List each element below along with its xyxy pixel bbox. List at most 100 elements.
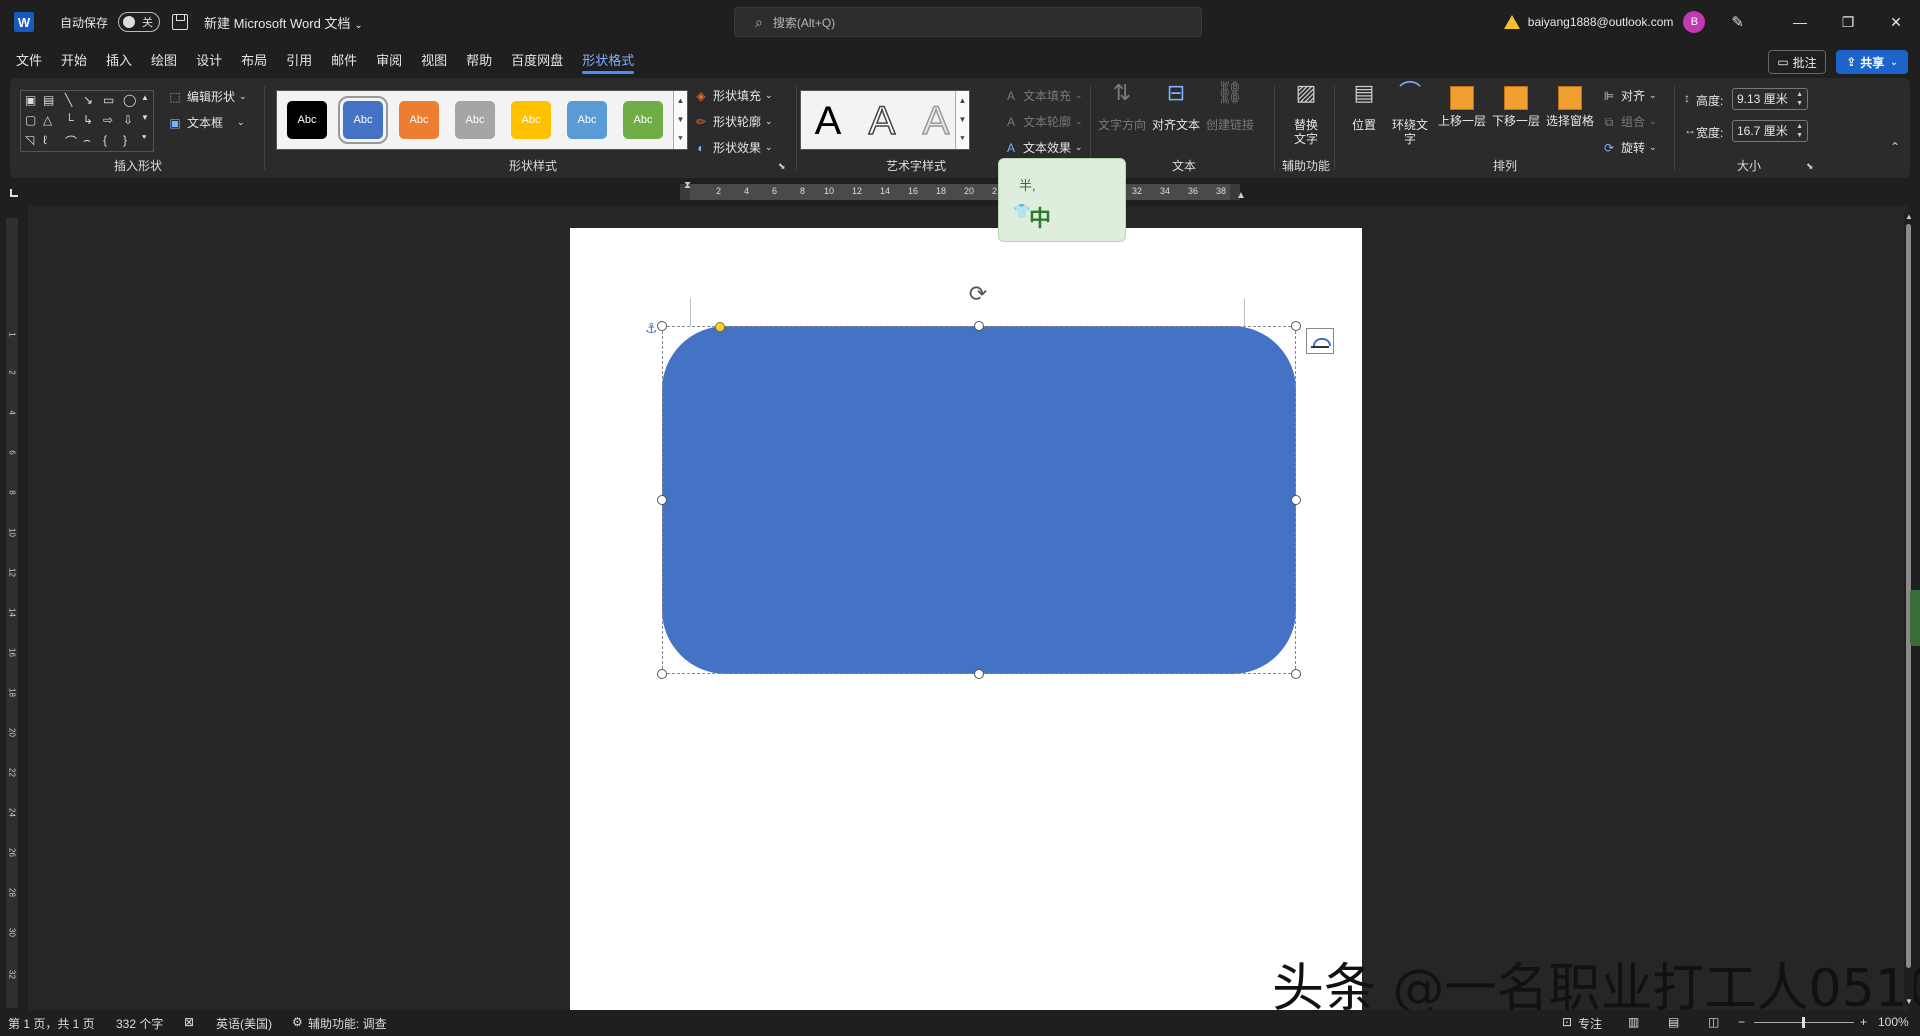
width-input[interactable]: 16.7 厘米 ▲ ▼ [1732, 120, 1808, 142]
menu-mailings[interactable]: 邮件 [331, 47, 357, 75]
scroll-down-icon[interactable]: ▼ [674, 110, 687, 129]
zoom-out-icon[interactable]: − [1738, 1015, 1745, 1029]
shape-fill-button[interactable]: ◈ 形状填充 ⌄ [694, 87, 772, 104]
word-count[interactable]: 332 个字 [116, 1015, 163, 1032]
spin-arrows-icon[interactable]: ▲ ▼ [1796, 122, 1803, 140]
dialog-launcher-icon[interactable]: ⬊ [1806, 161, 1814, 172]
corner-adjust-handle[interactable] [715, 322, 725, 332]
language-indicator[interactable]: 英语(美国) [216, 1015, 272, 1032]
gallery-more-icon[interactable]: ⯆ [956, 129, 969, 148]
bring-forward-button[interactable]: 上移一层 [1436, 86, 1488, 128]
print-layout-icon[interactable]: ▤ [1668, 1015, 1679, 1029]
group-button[interactable]: ⧉ 组合 ⌄ [1602, 113, 1657, 130]
alt-text-button[interactable]: ▨ 替换 文字 [1282, 82, 1330, 147]
menu-view[interactable]: 视图 [421, 47, 447, 75]
scroll-up-icon[interactable]: ▲ [674, 91, 687, 110]
resize-handle-right[interactable] [1291, 495, 1301, 505]
text-fill-button[interactable]: A 文本填充 ⌄ [1004, 87, 1083, 104]
wordart-style[interactable]: A [805, 99, 851, 143]
create-link-button[interactable]: ⛓ 创建链接 [1206, 82, 1254, 133]
close-button[interactable]: ✕ [1872, 0, 1920, 44]
resize-handle-top-right[interactable] [1291, 321, 1301, 331]
zoom-in-icon[interactable]: + [1860, 1015, 1867, 1029]
gallery-more-icon[interactable]: ⯆ [674, 129, 687, 148]
save-icon[interactable] [172, 14, 189, 30]
side-panel-tab[interactable] [1910, 590, 1920, 646]
shape-style-swatch[interactable]: Abc [287, 101, 327, 139]
shape-style-swatch[interactable]: Abc [455, 101, 495, 139]
shape-style-swatch[interactable]: Abc [399, 101, 439, 139]
restore-button[interactable]: ❐ [1824, 0, 1872, 44]
align-button[interactable]: ⊫ 对齐 ⌄ [1602, 87, 1657, 104]
minimize-button[interactable]: — [1776, 0, 1824, 44]
resize-handle-top[interactable] [974, 321, 984, 331]
spin-arrows-icon[interactable]: ▲ ▼ [1796, 90, 1803, 108]
accessibility-status[interactable]: 辅助功能: 调查 [308, 1015, 387, 1032]
wordart-style[interactable]: A [913, 98, 959, 144]
rotate-button[interactable]: ⟳ 旋转 ⌄ [1602, 139, 1657, 156]
pen-icon[interactable]: ✎ [1731, 13, 1744, 31]
page-count[interactable]: 第 1 页，共 1 页 [8, 1015, 95, 1032]
menu-help[interactable]: 帮助 [466, 47, 492, 75]
shape-style-swatch[interactable]: Abc [511, 101, 551, 139]
position-button[interactable]: ▤ 位置 [1340, 82, 1388, 133]
menu-baidu-netdisk[interactable]: 百度网盘 [511, 47, 563, 75]
vertical-ruler[interactable]: 1 2 4 6 8 10 12 14 16 18 20 22 24 26 28 … [6, 218, 18, 1008]
menu-home[interactable]: 开始 [61, 47, 87, 75]
warning-icon[interactable] [1503, 15, 1520, 29]
menu-design[interactable]: 设计 [196, 47, 222, 75]
scroll-down-icon[interactable]: ▼ [1904, 997, 1914, 1006]
right-indent-icon[interactable]: ▲ [1236, 190, 1246, 201]
zoom-level[interactable]: 100% [1878, 1015, 1909, 1029]
comments-button[interactable]: ▭ 批注 [1768, 50, 1826, 74]
text-direction-button[interactable]: ⇅ 文字方向 [1098, 82, 1146, 133]
menu-draw[interactable]: 绘图 [151, 47, 177, 75]
resize-handle-bottom[interactable] [974, 669, 984, 679]
dialog-launcher-icon[interactable]: ⬊ [778, 161, 786, 172]
wrap-text-button[interactable]: ⌒ 环绕文 字 [1386, 82, 1434, 147]
text-outline-button[interactable]: A 文本轮廓 ⌄ [1004, 113, 1083, 130]
zoom-slider[interactable] [1754, 1017, 1854, 1028]
autosave-toggle[interactable]: 关 [118, 12, 161, 32]
shape-style-swatch[interactable]: Abc [623, 101, 663, 139]
share-button[interactable]: ⇪ 共享 ⌄ [1836, 50, 1908, 74]
resize-handle-left[interactable] [657, 495, 667, 505]
send-backward-button[interactable]: 下移一层 [1490, 86, 1542, 128]
selection-pane-button[interactable]: 选择窗格 [1544, 86, 1596, 128]
proofing-icon[interactable]: ⊠ [184, 1015, 194, 1029]
height-input[interactable]: 9.13 厘米 ▲ ▼ [1732, 88, 1808, 110]
horizontal-ruler[interactable]: 2 4 6 8 10 12 14 16 18 20 2 32 34 36 38 [680, 184, 1240, 200]
menu-review[interactable]: 审阅 [376, 47, 402, 75]
text-effects-button[interactable]: A 文本效果 ⌄ [1004, 139, 1083, 156]
align-text-button[interactable]: ⊟ 对齐文本 [1152, 82, 1200, 133]
shape-style-swatch[interactable]: Abc [338, 96, 388, 144]
scroll-up-icon[interactable]: ▲ [1904, 212, 1914, 221]
rotate-handle-icon[interactable]: ⟳ [966, 282, 990, 306]
shape-effects-button[interactable]: ◐ 形状效果 ⌄ [694, 139, 772, 156]
menu-layout[interactable]: 布局 [241, 47, 267, 75]
scroll-up-icon[interactable]: ▲ [956, 91, 969, 110]
layout-options-icon[interactable] [1306, 328, 1334, 354]
gallery-scrollbar[interactable]: ▲ ▼ ⯆ [673, 91, 687, 149]
indent-marker-icon[interactable]: ⧗ [684, 180, 691, 191]
resize-handle-top-left[interactable] [657, 321, 667, 331]
menu-file[interactable]: 文件 [16, 47, 42, 75]
search-input[interactable]: ⌕ 搜索(Alt+Q) [734, 7, 1202, 37]
anchor-icon[interactable]: ⚓ [645, 320, 658, 337]
scroll-down-icon[interactable]: ▼ [956, 110, 969, 129]
wordart-style[interactable]: A [859, 98, 905, 144]
shape-style-gallery[interactable]: Abc Abc Abc Abc Abc Abc Abc ▲ ▼ ⯆ [276, 90, 688, 150]
menu-references[interactable]: 引用 [286, 47, 312, 75]
menu-insert[interactable]: 插入 [106, 47, 132, 75]
gallery-scrollbar[interactable]: ▲ ▼ ⯆ [955, 91, 969, 149]
focus-mode[interactable]: 专注 [1578, 1015, 1602, 1032]
account-email[interactable]: baiyang1888@outlook.com [1528, 15, 1674, 29]
avatar[interactable]: B [1683, 11, 1706, 33]
tab-selector[interactable] [10, 189, 18, 197]
resize-handle-bottom-left[interactable] [657, 669, 667, 679]
resize-handle-bottom-right[interactable] [1291, 669, 1301, 679]
shape-style-swatch[interactable]: Abc [567, 101, 607, 139]
menu-shape-format[interactable]: 形状格式 [582, 47, 635, 75]
shape-outline-button[interactable]: ✏ 形状轮廓 ⌄ [694, 113, 773, 130]
wordart-gallery[interactable]: A A A ▲ ▼ ⯆ [800, 90, 970, 150]
